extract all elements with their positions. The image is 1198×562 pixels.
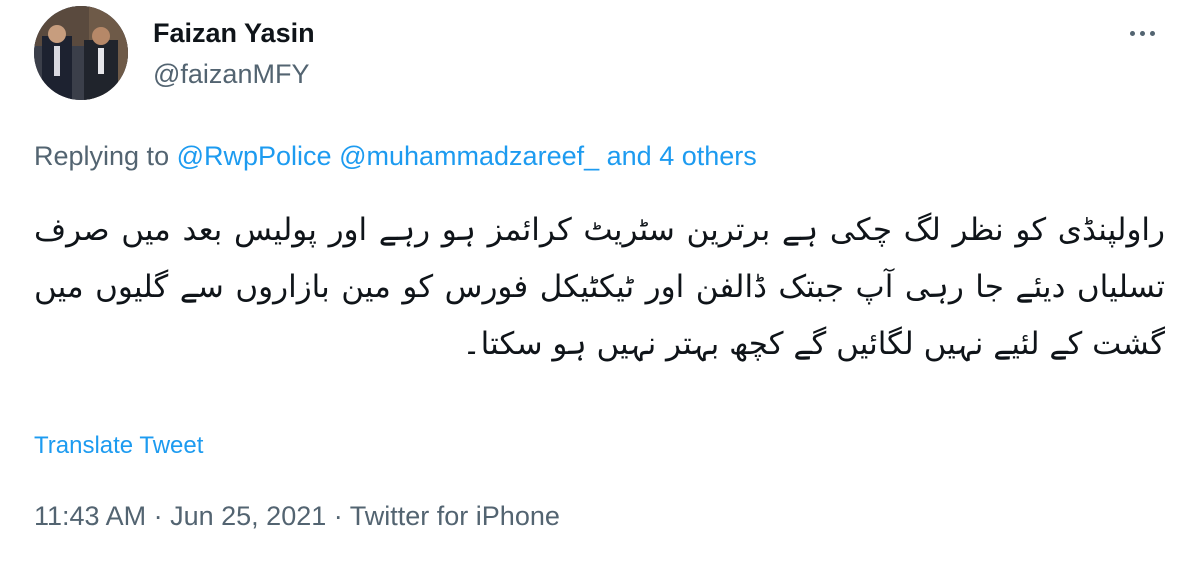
- tweet-date[interactable]: Jun 25, 2021: [170, 501, 326, 531]
- tweet-card: Faizan Yasin @faizanMFY Replying to @Rwp…: [0, 0, 1198, 562]
- meta-separator: ·: [333, 501, 343, 531]
- more-options-button[interactable]: [1122, 18, 1162, 48]
- avatar-photo: [34, 6, 128, 100]
- tweet-source[interactable]: Twitter for iPhone: [350, 501, 560, 531]
- translate-tweet-link[interactable]: Translate Tweet: [34, 430, 203, 462]
- meta-separator: ·: [153, 501, 163, 531]
- more-icon-dot: [1139, 30, 1145, 36]
- replying-to-line: Replying to @RwpPolice @muhammadzareef_ …: [34, 139, 757, 173]
- tweet-metadata: 11:43 AM · Jun 25, 2021 · Twitter for iP…: [34, 499, 560, 533]
- avatar[interactable]: [34, 6, 128, 100]
- tweet-text: راولپنڈی کو نظر لگ چکی ہے برترین سٹریٹ ک…: [34, 212, 1165, 362]
- author-handle[interactable]: @faizanMFY: [153, 57, 309, 91]
- others-link[interactable]: and 4 others: [607, 141, 757, 171]
- replying-to-prefix: Replying to: [34, 141, 170, 171]
- mention-link[interactable]: @muhammadzareef_: [339, 141, 599, 171]
- author-name[interactable]: Faizan Yasin: [153, 16, 315, 50]
- tweet-time[interactable]: 11:43 AM: [34, 501, 146, 531]
- mention-link[interactable]: @RwpPolice: [177, 141, 332, 171]
- more-horizontal-icon: [1129, 30, 1135, 36]
- more-icon-dot: [1149, 30, 1155, 36]
